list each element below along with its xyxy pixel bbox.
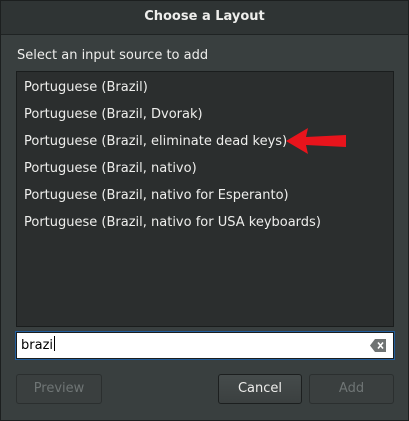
- list-item-portuguese-brazil-nativo[interactable]: Portuguese (Brazil, nativo): [17, 155, 393, 182]
- search-value: brazi: [21, 338, 53, 353]
- clear-text-icon[interactable]: [370, 339, 386, 352]
- text-caret: [54, 336, 55, 351]
- list-item-portuguese-brazil-dvorak[interactable]: Portuguese (Brazil, Dvorak): [17, 101, 393, 128]
- preview-button[interactable]: Preview: [16, 374, 102, 404]
- cancel-button[interactable]: Cancel: [218, 374, 302, 404]
- prompt-label: Select an input source to add: [17, 48, 209, 63]
- dialog-title: Choose a Layout: [144, 9, 265, 24]
- search-input[interactable]: brazi: [21, 336, 55, 355]
- list-item-portuguese-brazil-nativo-esperanto[interactable]: Portuguese (Brazil, nativo for Esperanto…: [17, 182, 393, 209]
- list-item-portuguese-brazil-nativo-usa[interactable]: Portuguese (Brazil, nativo for USA keybo…: [17, 209, 393, 236]
- title-bar[interactable]: Choose a Layout: [1, 1, 408, 35]
- layout-list[interactable]: Portuguese (Brazil) Portuguese (Brazil, …: [16, 71, 394, 327]
- list-item-portuguese-brazil[interactable]: Portuguese (Brazil): [17, 74, 393, 101]
- red-arrow-icon: [286, 128, 346, 154]
- search-field[interactable]: brazi: [15, 331, 395, 360]
- choose-layout-dialog: Choose a Layout Select an input source t…: [0, 0, 409, 421]
- add-button[interactable]: Add: [309, 374, 394, 404]
